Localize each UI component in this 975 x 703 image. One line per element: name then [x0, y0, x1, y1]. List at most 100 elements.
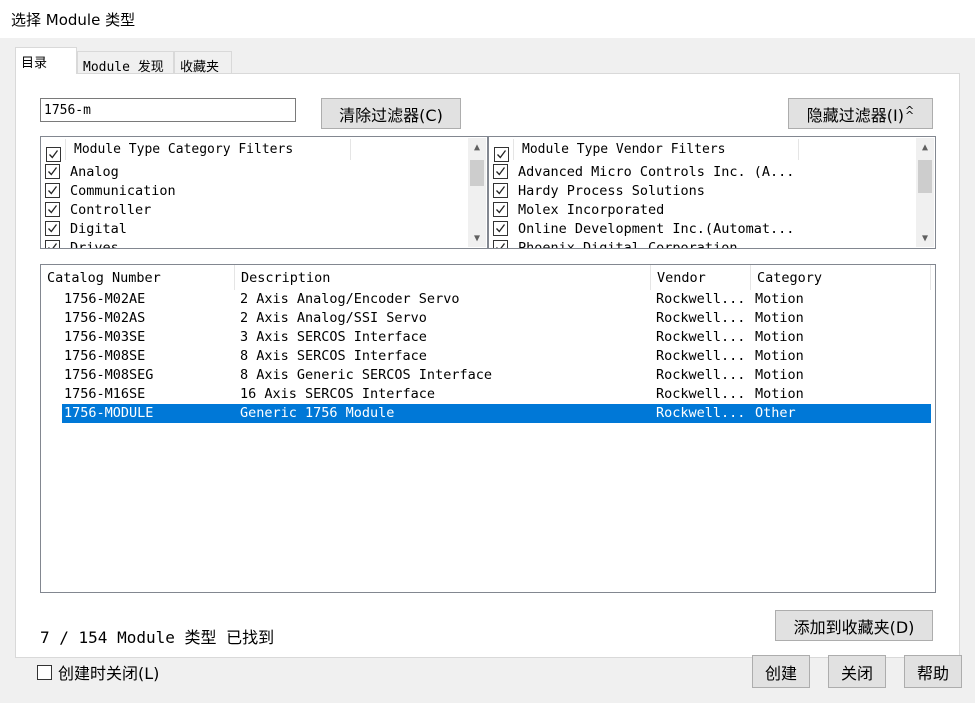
catalog-number-cell: 1756-M08SEG	[64, 367, 154, 383]
create-label: 创建	[764, 663, 797, 683]
column-header-description[interactable]: Description	[235, 265, 651, 290]
column-header-label: Category	[757, 269, 823, 286]
scroll-down-arrow-icon[interactable]: ▼	[916, 229, 934, 247]
add-to-favorites-label: 添加到收藏夹(D)	[793, 617, 915, 637]
vendor-filter-label: Hardy Process Solutions	[518, 182, 705, 199]
category-scrollbar[interactable]: ▲ ▼	[468, 138, 486, 247]
search-input[interactable]	[40, 98, 296, 122]
category-select-all-checkbox[interactable]	[46, 146, 61, 162]
vendor-filter-item[interactable]: Hardy Process Solutions	[493, 181, 705, 200]
close-button[interactable]: 关闭	[828, 655, 886, 688]
table-row[interactable]: 1756-M16SE 16 Axis SERCOS Interface Rock…	[62, 385, 931, 404]
scroll-down-arrow-icon[interactable]: ▼	[468, 229, 486, 247]
catalog-number-cell: 1756-MODULE	[64, 405, 154, 421]
close-on-create-label: 创建时关闭(L)	[58, 664, 160, 683]
column-header-label: Description	[241, 269, 331, 286]
checkbox[interactable]	[493, 183, 508, 198]
scroll-thumb[interactable]	[470, 160, 484, 186]
hide-filters-label: 隐藏过滤器(I)	[806, 105, 904, 125]
description-cell: 8 Axis Generic SERCOS Interface	[240, 367, 492, 383]
category-filter-item[interactable]: Analog	[45, 162, 119, 181]
vendor-filter-label: Advanced Micro Controls Inc. (A...	[518, 163, 795, 180]
description-cell: 16 Axis SERCOS Interface	[240, 386, 436, 402]
category-filter-item[interactable]: Controller	[45, 200, 151, 219]
close-on-create-checkbox[interactable]	[37, 664, 52, 680]
checkbox[interactable]	[493, 164, 508, 179]
table-row[interactable]: 1756-M08SE 8 Axis SERCOS Interface Rockw…	[62, 347, 931, 366]
checkbox[interactable]	[45, 221, 60, 236]
hide-filters-button[interactable]: 隐藏过滤器(I) ^ ^	[788, 98, 933, 129]
tab-module-discovery[interactable]: Module 发现	[77, 51, 174, 75]
table-row[interactable]: 1756-M02AS 2 Axis Analog/SSI Servo Rockw…	[62, 309, 931, 328]
header-divider	[513, 139, 514, 160]
module-list[interactable]: Catalog Number Description Vendor Catego…	[40, 264, 936, 593]
help-button[interactable]: 帮助	[904, 655, 962, 688]
checkbox[interactable]	[493, 240, 508, 248]
vendor-filter-item[interactable]: Molex Incorporated	[493, 200, 664, 219]
vendor-cell: Rockwell...	[656, 405, 746, 421]
help-label: 帮助	[916, 663, 949, 683]
vendor-filter-title: Module Type Vendor Filters	[522, 141, 726, 157]
category-filter-item[interactable]: Drives	[45, 238, 119, 249]
tab-favorites[interactable]: 收藏夹	[174, 51, 232, 75]
description-cell: 2 Axis Analog/Encoder Servo	[240, 291, 460, 307]
category-filter-item[interactable]: Communication	[45, 181, 176, 200]
description-cell: 8 Axis SERCOS Interface	[240, 348, 427, 364]
vendor-filter-item[interactable]: Advanced Micro Controls Inc. (A...	[493, 162, 794, 181]
header-divider	[65, 139, 66, 160]
category-filter-header: Module Type Category Filters	[41, 137, 471, 162]
category-cell: Other	[755, 405, 796, 421]
double-chevron-up-icon: ^ ^	[905, 104, 915, 122]
vendor-filter-label: Molex Incorporated	[518, 201, 665, 218]
catalog-number-cell: 1756-M02AS	[64, 310, 146, 326]
category-cell: Motion	[755, 310, 804, 326]
vendor-filter-item[interactable]: Phoenix Digital Corporation	[493, 238, 738, 249]
table-row[interactable]: 1756-M02AE 2 Axis Analog/Encoder Servo R…	[62, 290, 931, 309]
category-filter-item[interactable]: Digital	[45, 219, 127, 238]
category-cell: Motion	[755, 291, 804, 307]
catalog-number-cell: 1756-M03SE	[64, 329, 146, 345]
scroll-thumb[interactable]	[918, 160, 932, 193]
checkbox[interactable]	[45, 183, 60, 198]
table-row-selected[interactable]: 1756-MODULE Generic 1756 Module Rockwell…	[62, 404, 931, 423]
vendor-filter-label: Phoenix Digital Corporation	[518, 239, 738, 249]
description-cell: 3 Axis SERCOS Interface	[240, 329, 427, 345]
scroll-up-arrow-icon[interactable]: ▲	[916, 138, 934, 156]
close-on-create-option[interactable]: 创建时关闭(L)	[37, 660, 159, 684]
vendor-cell: Rockwell...	[656, 386, 746, 402]
category-cell: Motion	[755, 348, 804, 364]
checkbox[interactable]	[45, 240, 60, 248]
vendor-filter-label: Online Development Inc.(Automat...	[518, 220, 795, 237]
table-row[interactable]: 1756-M03SE 3 Axis SERCOS Interface Rockw…	[62, 328, 931, 347]
add-to-favorites-button[interactable]: 添加到收藏夹(D)	[775, 610, 933, 641]
column-header-vendor[interactable]: Vendor	[651, 265, 751, 290]
results-count-status: 7 / 154 Module 类型 已找到	[40, 628, 275, 647]
vendor-filter-list[interactable]: Module Type Vendor Filters Advanced Micr…	[488, 136, 936, 249]
tab-catalog-label: 目录	[21, 56, 48, 71]
clear-filters-button[interactable]: 清除过滤器(C)	[321, 98, 461, 129]
column-header-catalog-number[interactable]: Catalog Number	[41, 265, 235, 290]
checkbox[interactable]	[493, 221, 508, 236]
vendor-select-all-checkbox[interactable]	[494, 146, 509, 162]
vendor-cell: Rockwell...	[656, 367, 746, 383]
vendor-cell: Rockwell...	[656, 329, 746, 345]
catalog-number-cell: 1756-M16SE	[64, 386, 146, 402]
tab-catalog[interactable]: 目录	[15, 47, 77, 74]
category-cell: Motion	[755, 386, 804, 402]
vendor-filter-item[interactable]: Online Development Inc.(Automat...	[493, 219, 794, 238]
category-filter-label: Drives	[70, 239, 119, 249]
checkbox[interactable]	[493, 202, 508, 217]
column-header-category[interactable]: Category	[751, 265, 931, 290]
scroll-up-arrow-icon[interactable]: ▲	[468, 138, 486, 156]
checkbox[interactable]	[45, 164, 60, 179]
create-button[interactable]: 创建	[752, 655, 810, 688]
description-cell: Generic 1756 Module	[240, 405, 395, 421]
category-filter-title: Module Type Category Filters	[74, 141, 294, 157]
catalog-number-cell: 1756-M08SE	[64, 348, 146, 364]
table-row[interactable]: 1756-M08SEG 8 Axis Generic SERCOS Interf…	[62, 366, 931, 385]
vendor-scrollbar[interactable]: ▲ ▼	[916, 138, 934, 247]
category-filter-list[interactable]: Module Type Category Filters Analog Comm…	[40, 136, 488, 249]
vendor-cell: Rockwell...	[656, 310, 746, 326]
category-filter-label: Controller	[70, 201, 152, 218]
checkbox[interactable]	[45, 202, 60, 217]
